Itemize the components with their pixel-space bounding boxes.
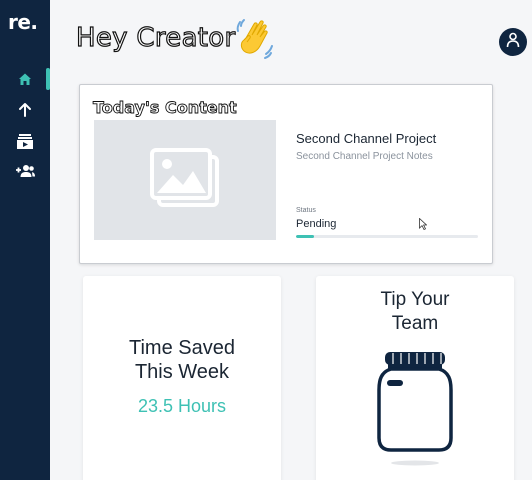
add-team-icon [15, 163, 35, 179]
active-nav-indicator [46, 68, 50, 90]
tip-team-title-line1: Tip Your [380, 289, 450, 310]
app: re. Hey Creator Today's Content Second C… [0, 0, 532, 480]
sidebar-item-content[interactable] [0, 128, 50, 154]
sidebar-item-team[interactable] [0, 158, 50, 184]
status-progress-bar [296, 235, 478, 238]
arrow-up-icon [17, 102, 33, 118]
image-placeholder-icon [149, 147, 221, 213]
waving-hand-icon [232, 14, 278, 60]
todays-content-title: Today's Content [93, 98, 238, 118]
sidebar-item-upload[interactable] [0, 97, 50, 123]
brand-logo[interactable]: re. [8, 10, 44, 34]
time-saved-title: Time Saved This Week [83, 336, 281, 384]
time-saved-title-line1: Time Saved [129, 337, 235, 359]
mouse-pointer-icon [419, 215, 428, 231]
status-progress-fill [296, 235, 315, 238]
sidebar-item-home[interactable] [0, 66, 50, 92]
time-saved-title-line2: This Week [134, 361, 230, 383]
content-library-icon [16, 133, 34, 149]
tip-jar-icon[interactable] [377, 350, 453, 470]
time-saved-value: 23.5 Hours [137, 396, 227, 416]
home-icon [17, 71, 33, 87]
tip-team-title: Tip Your Team [316, 288, 514, 336]
project-notes: Second Channel Project Notes [296, 151, 433, 162]
user-icon [506, 32, 520, 52]
status-label: Status [296, 207, 316, 214]
tip-team-card: Tip Your Team [316, 276, 514, 480]
tip-team-title-line2: Team [391, 313, 439, 334]
time-saved-card: Time Saved This Week 23.5 Hours [83, 276, 281, 480]
project-title-link[interactable]: Second Channel Project [296, 131, 436, 146]
greeting-title: Hey Creator [75, 22, 236, 53]
sidebar: re. [0, 0, 50, 480]
content-thumbnail[interactable] [94, 120, 276, 240]
user-avatar-button[interactable] [499, 28, 527, 56]
status-value: Pending [296, 218, 337, 230]
todays-content-card: Today's Content Second Channel Project S… [79, 84, 493, 264]
